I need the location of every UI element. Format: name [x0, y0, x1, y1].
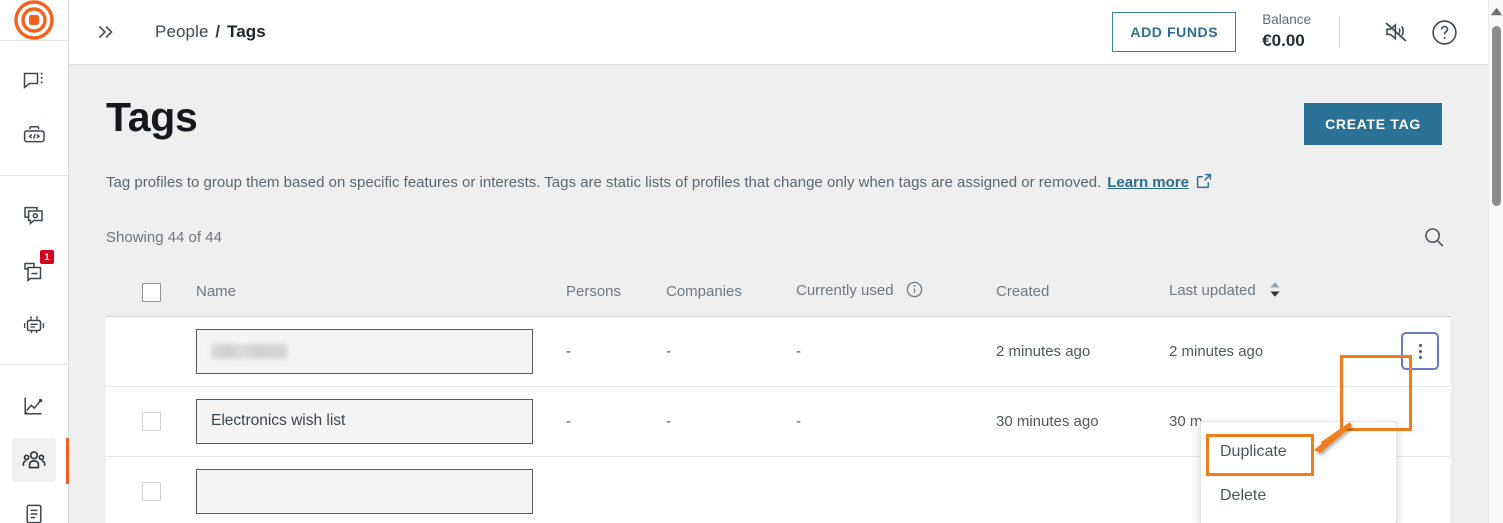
brand-logo-icon	[14, 0, 54, 40]
row-companies: -	[666, 342, 671, 360]
table-row[interactable]: - - - 2 minutes ago 2 minutes ago	[106, 316, 1451, 387]
tag-name-input[interactable]	[196, 328, 533, 374]
page-scrollbar[interactable]	[1488, 0, 1503, 523]
sort-arrows-icon[interactable]	[1268, 282, 1282, 302]
row-currently-used: -	[796, 342, 801, 360]
row-checkbox[interactable]	[142, 481, 161, 501]
select-all-cell	[106, 282, 196, 302]
rail-group-1	[0, 41, 69, 176]
top-bar: People / Tags ADD FUNDS Balance €0.00	[69, 0, 1488, 65]
document-lines-icon	[26, 504, 42, 523]
row-kebab-menu-button[interactable]	[1401, 332, 1439, 370]
col-name-label: Name	[196, 283, 237, 300]
redacted-tag-name	[211, 343, 287, 359]
page-title: Tags	[106, 94, 198, 140]
page-header: Tags CREATE TAG	[69, 65, 1488, 145]
page-description: Tag profiles to group them based on spec…	[69, 173, 1488, 195]
sidebar-item-templates[interactable]: 1	[12, 249, 56, 293]
tag-name-input[interactable]	[196, 468, 533, 514]
menu-item-delete[interactable]: Delete	[1201, 474, 1396, 518]
create-tag-button[interactable]: CREATE TAG	[1304, 103, 1442, 145]
rail-group-2: 1	[0, 176, 69, 365]
showing-count: Showing 44 of 44	[106, 229, 222, 246]
scroll-up-arrow-icon	[1490, 7, 1503, 15]
row-persons: -	[566, 342, 571, 360]
select-all-checkbox[interactable]	[142, 282, 161, 302]
speaker-muted-icon	[1384, 22, 1407, 42]
question-circle-icon	[1431, 19, 1457, 45]
robot-icon	[23, 316, 45, 334]
breadcrumb-separator: /	[215, 22, 221, 41]
external-link-icon[interactable]	[1196, 173, 1212, 195]
brand-logo-cell[interactable]	[0, 0, 69, 41]
learn-more-link[interactable]: Learn more	[1107, 174, 1189, 191]
line-chart-icon	[24, 397, 43, 415]
col-created[interactable]: Created	[996, 283, 1169, 301]
col-companies-label: Companies	[666, 283, 742, 300]
row-context-menu: Duplicate Delete	[1200, 421, 1397, 523]
sidebar-item-bots[interactable]	[12, 303, 56, 347]
row-name-cell: Electronics wish list	[196, 398, 566, 444]
top-bar-actions: ADD FUNDS Balance €0.00	[1112, 12, 1488, 52]
people-group-icon	[22, 451, 46, 469]
add-funds-button[interactable]: ADD FUNDS	[1112, 12, 1237, 52]
help-button[interactable]	[1424, 12, 1464, 52]
sidebar-item-reports[interactable]	[12, 492, 56, 523]
col-currently-used: Currently used	[796, 281, 996, 303]
balance-label: Balance	[1262, 12, 1311, 28]
breadcrumb-current: Tags	[227, 22, 266, 41]
briefcase-code-icon	[23, 125, 45, 143]
row-companies: -	[666, 412, 671, 430]
sidebar-item-developer[interactable]	[12, 114, 56, 158]
row-select-cell	[106, 481, 196, 501]
table-header-row: Name Persons Companies Currently used Cr…	[106, 268, 1451, 317]
row-actions	[1359, 332, 1451, 370]
row-select-cell	[106, 411, 196, 431]
col-currently-used-label: Currently used	[796, 282, 894, 299]
row-name-cell	[196, 328, 566, 374]
row-created: 2 minutes ago	[996, 342, 1091, 360]
row-persons: -	[566, 412, 571, 430]
row-checkbox[interactable]	[142, 411, 161, 431]
left-nav-rail: 1	[0, 0, 69, 523]
sidebar-item-analytics[interactable]	[12, 384, 56, 428]
col-persons: Persons	[566, 283, 666, 301]
mute-notifications-button[interactable]	[1376, 12, 1416, 52]
col-created-label: Created	[996, 283, 1050, 300]
showing-row: Showing 44 of 44	[69, 221, 1488, 255]
vertical-scroll-thumb[interactable]	[1492, 26, 1501, 206]
double-chevron-right-icon	[98, 25, 113, 39]
chat-bubble-menu-icon	[23, 72, 43, 90]
breadcrumb: People / Tags	[155, 22, 266, 42]
sidebar-item-conversations[interactable]	[12, 60, 56, 104]
info-circle-icon[interactable]	[906, 281, 923, 302]
rail-group-3	[0, 365, 69, 523]
top-bar-divider	[1339, 16, 1340, 48]
row-currently-used: -	[796, 412, 801, 430]
col-last-updated-label: Last updated	[1169, 282, 1256, 299]
sidebar-item-campaigns[interactable]	[12, 195, 56, 239]
col-companies: Companies	[666, 283, 796, 301]
templates-badge: 1	[40, 250, 54, 264]
breadcrumb-parent[interactable]: People	[155, 22, 209, 41]
col-last-updated[interactable]: Last updated	[1169, 281, 1359, 303]
col-persons-label: Persons	[566, 283, 622, 300]
page-description-text: Tag profiles to group them based on spec…	[106, 174, 1102, 191]
menu-item-duplicate[interactable]: Duplicate	[1201, 430, 1396, 474]
row-created: 30 minutes ago	[996, 412, 1099, 430]
tag-name-input[interactable]: Electronics wish list	[196, 398, 533, 444]
expand-sidebar-button[interactable]	[83, 10, 127, 54]
scroll-up-button[interactable]	[1489, 3, 1503, 19]
search-icon	[1424, 228, 1443, 247]
duplicate-chat-icon	[24, 206, 43, 226]
row-name-cell	[196, 468, 566, 514]
app-root: 1 People / Tags ADD FUNDS Balance €0.00 …	[0, 0, 1503, 523]
kebab-menu-icon	[1418, 343, 1422, 359]
search-button[interactable]	[1417, 221, 1451, 255]
balance-value: €0.00	[1262, 31, 1305, 51]
col-name: Name	[196, 283, 566, 301]
row-last-updated: 2 minutes ago	[1169, 342, 1264, 360]
sidebar-item-people[interactable]	[12, 438, 69, 484]
balance-block: Balance €0.00	[1262, 12, 1311, 51]
